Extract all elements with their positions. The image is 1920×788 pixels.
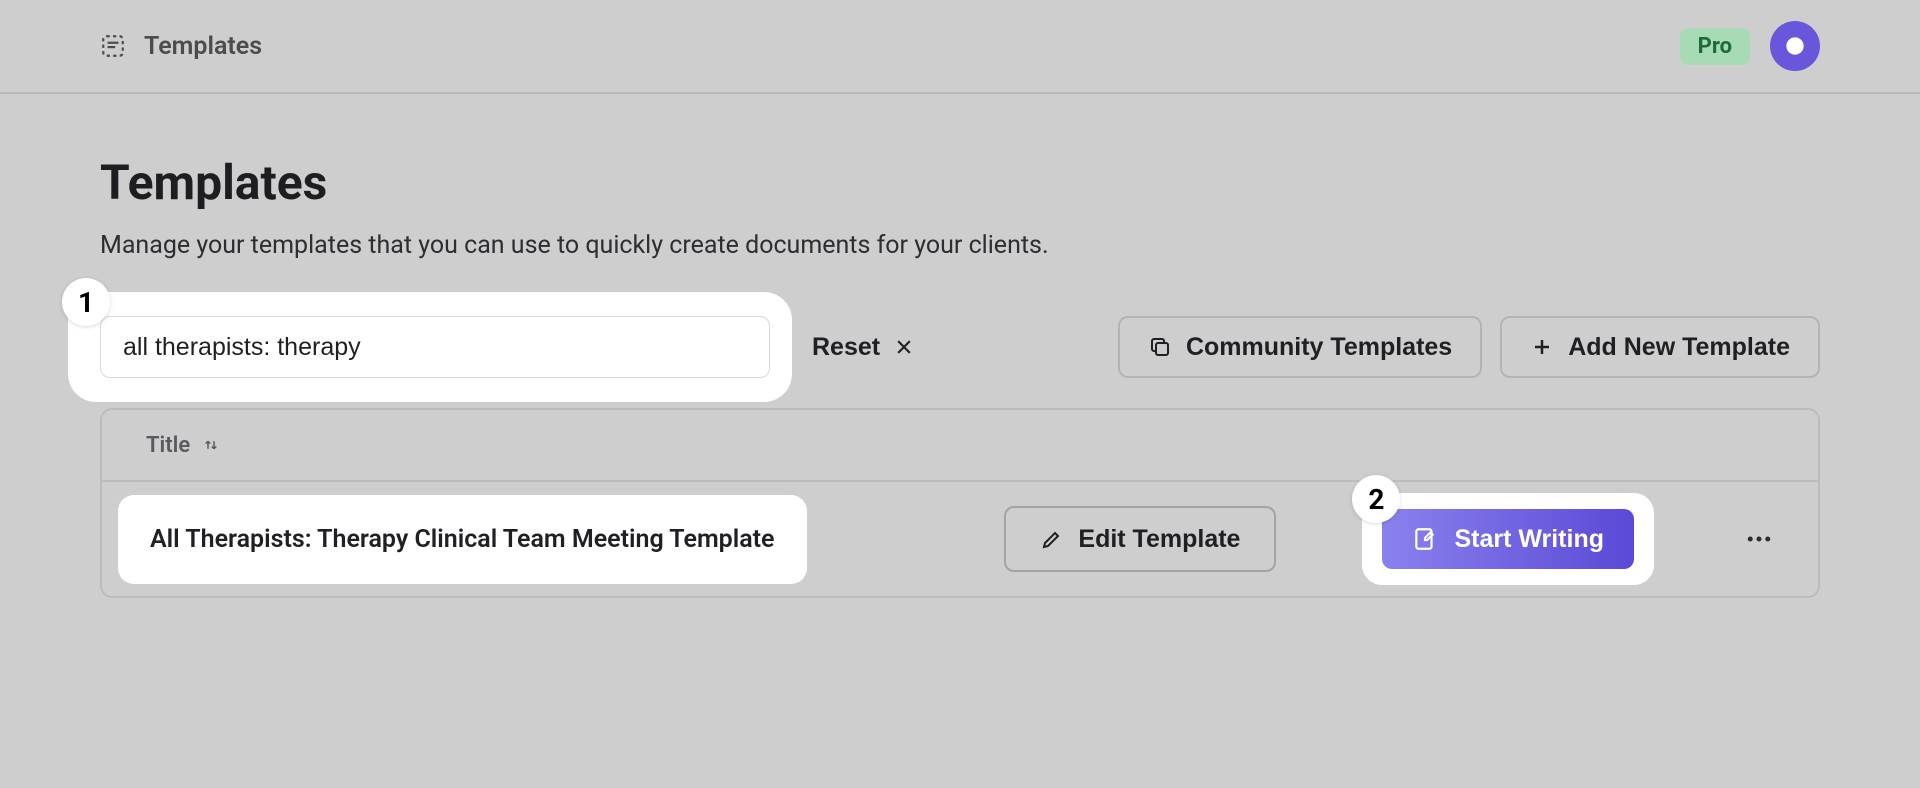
add-new-template-button[interactable]: Add New Template — [1500, 316, 1820, 378]
toolbar-right: Community Templates Add New Template — [1118, 316, 1820, 378]
column-title-header: Title — [146, 433, 190, 458]
start-writing-wrap: 2 Start Writing — [1382, 509, 1634, 569]
templates-icon — [100, 33, 126, 59]
breadcrumb-label: Templates — [144, 32, 262, 61]
annotation-badge-1: 1 — [62, 278, 110, 326]
start-writing-button[interactable]: Start Writing — [1382, 509, 1634, 569]
avatar[interactable] — [1770, 21, 1820, 71]
close-icon — [894, 337, 914, 357]
content: Templates Manage your templates that you… — [0, 94, 1920, 598]
table-header[interactable]: Title — [102, 410, 1818, 482]
top-bar: Templates Pro — [0, 0, 1920, 94]
sort-icon — [202, 436, 220, 454]
add-new-template-label: Add New Template — [1568, 333, 1790, 362]
search-input[interactable] — [100, 316, 770, 378]
page-subtitle: Manage your templates that you can use t… — [100, 231, 1820, 260]
edit-template-label: Edit Template — [1078, 525, 1240, 554]
row-title-text[interactable]: All Therapists: Therapy Clinical Team Me… — [146, 505, 779, 574]
community-templates-label: Community Templates — [1186, 333, 1452, 362]
start-writing-label: Start Writing — [1454, 525, 1604, 554]
table-row: All Therapists: Therapy Clinical Team Me… — [102, 482, 1818, 596]
page-title: Templates — [100, 154, 1820, 211]
edit-template-button[interactable]: Edit Template — [1004, 506, 1276, 572]
more-actions-button[interactable] — [1744, 524, 1774, 554]
pro-badge: Pro — [1680, 28, 1750, 65]
copy-icon — [1148, 335, 1172, 359]
write-icon — [1412, 526, 1438, 552]
reset-button[interactable]: Reset — [812, 333, 914, 362]
toolbar: 1 Reset Community Templates — [100, 316, 1820, 378]
ellipsis-icon — [1744, 524, 1774, 554]
topbar-right: Pro — [1680, 21, 1820, 71]
community-templates-button[interactable]: Community Templates — [1118, 316, 1482, 378]
pencil-icon — [1040, 527, 1064, 551]
search-wrap: 1 — [100, 316, 770, 378]
breadcrumb[interactable]: Templates — [100, 32, 262, 61]
templates-table: Title All Therapists: Therapy Clinical T… — [100, 408, 1820, 598]
row-title-cell: All Therapists: Therapy Clinical Team Me… — [146, 505, 779, 574]
plus-icon — [1530, 335, 1554, 359]
toolbar-left: 1 Reset — [100, 316, 914, 378]
reset-label: Reset — [812, 333, 880, 362]
